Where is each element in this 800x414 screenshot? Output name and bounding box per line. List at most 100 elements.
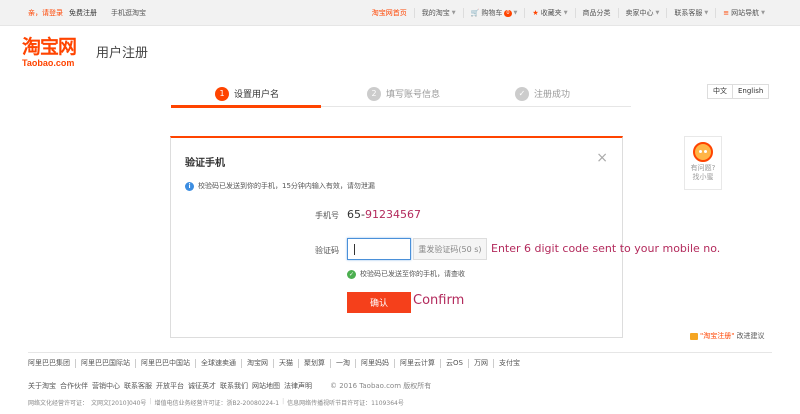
- step-number: 1: [215, 86, 229, 101]
- feedback-link[interactable]: "淘宝注册" 改进建议: [690, 331, 764, 341]
- register-link[interactable]: 免费注册: [69, 8, 97, 18]
- page-title: 用户注册: [96, 46, 149, 61]
- help-assistant[interactable]: 有问题? 找小蜜: [684, 136, 722, 190]
- footer-site-link[interactable]: 开放平台: [156, 381, 184, 391]
- help-line-2: 找小蜜: [692, 173, 714, 181]
- chevron-down-icon: ▼: [451, 10, 456, 16]
- taobao-logo[interactable]: 淘宝网 Taobao.com: [22, 36, 92, 69]
- phone-number: 65-91234567: [347, 208, 421, 221]
- phone-digits: 91234567: [364, 208, 421, 221]
- my-taobao-label: 我的淘宝: [421, 9, 450, 17]
- active-step-underline: [171, 105, 321, 108]
- footer-site-link[interactable]: 网站地图: [252, 381, 280, 391]
- license-value[interactable]: 文网文[2010]040号: [91, 398, 146, 407]
- logo-text-cn: 淘宝网: [22, 36, 77, 58]
- code-label: 验证码: [315, 246, 339, 255]
- site-nav-link[interactable]: ≡ 网站导航 ▼: [716, 8, 772, 18]
- chevron-down-icon: ▼: [655, 10, 660, 16]
- code-sent-info-text: 校验码已发送到你的手机，15分钟内输入有效，请勿泄漏: [198, 182, 375, 190]
- footer-site-links: 关于淘宝 合作伙伴 营销中心 联系客服 开放平台 诚征英才 联系我们 网站地图 …: [28, 381, 431, 391]
- footer-link[interactable]: 阿里巴巴国际站: [76, 359, 136, 368]
- text-cursor: [354, 244, 355, 255]
- assistant-avatar-icon: [693, 142, 713, 162]
- chevron-down-icon: ▼: [704, 10, 709, 16]
- phone-prefix: 65-: [347, 208, 365, 221]
- seller-center-label: 卖家中心: [625, 9, 654, 17]
- lang-zh[interactable]: 中文: [708, 85, 732, 98]
- close-icon[interactable]: ×: [596, 150, 608, 166]
- dialog-title: 验证手机: [185, 158, 225, 169]
- mobile-taobao-link[interactable]: 手机逛淘宝: [111, 8, 146, 18]
- registration-steps: 1 设置用户名 2 填写账号信息 ✓ 注册成功: [171, 80, 631, 108]
- top-bar-right: 淘宝网首页 我的淘宝 ▼ 🛒 购物车 0 ▼ ★ 收藏夹 ▼ 商品分类 卖家中心 ▼ 联系客服…: [365, 0, 772, 26]
- favorites-label: 收藏夹: [540, 9, 562, 17]
- footer-link[interactable]: 全球速卖通: [196, 359, 242, 368]
- footer-site-link[interactable]: 联系客服: [124, 381, 152, 391]
- categories-link[interactable]: 商品分类: [576, 8, 619, 18]
- home-link[interactable]: 淘宝网首页: [365, 8, 415, 18]
- feedback-text: 改进建议: [736, 332, 765, 340]
- resend-code-button[interactable]: 重发验证码(50 s): [413, 238, 487, 260]
- step-label: 设置用户名: [234, 90, 280, 100]
- cart-label: 购物车: [481, 9, 503, 17]
- copyright: © 2016 Taobao.com 版权所有: [330, 382, 432, 390]
- phone-label: 手机号: [315, 211, 339, 220]
- footer-link[interactable]: 万网: [469, 359, 494, 368]
- menu-icon: ≡: [723, 9, 730, 17]
- language-switcher: 中文 English: [707, 84, 770, 99]
- check-icon: ✓: [515, 86, 529, 101]
- footer-group-links: 阿里巴巴集团 阿里巴巴国际站 阿里巴巴中国站 全球速卖通 淘宝网 天猫 聚划算 …: [28, 352, 772, 368]
- service-label: 联系客服: [674, 9, 703, 17]
- cart-icon: 🛒: [470, 9, 480, 17]
- footer-link[interactable]: 一淘: [331, 359, 356, 368]
- login-link[interactable]: 亲，请登录: [28, 8, 63, 18]
- verification-code-input[interactable]: [347, 238, 411, 260]
- footer-link[interactable]: 阿里云计算: [395, 359, 441, 368]
- footer-site-link[interactable]: 诚征英才: [188, 381, 216, 391]
- feedback-icon: [690, 332, 698, 340]
- lang-en[interactable]: English: [733, 85, 768, 98]
- footer-site-link[interactable]: 关于淘宝: [28, 381, 56, 391]
- divider: |: [282, 398, 285, 405]
- footer-link[interactable]: 云OS: [441, 359, 469, 368]
- code-sent-info: i 校验码已发送到你的手机，15分钟内输入有效，请勿泄漏: [185, 181, 375, 191]
- code-sent-confirmation: ✓ 校验码已发送至你的手机，请查收: [347, 269, 465, 279]
- divider: |: [149, 398, 152, 405]
- footer-link[interactable]: 阿里妈妈: [356, 359, 395, 368]
- help-line-1: 有问题?: [690, 164, 716, 172]
- code-sent-confirmation-text: 校验码已发送至你的手机，请查收: [360, 270, 465, 278]
- code-annotation: Enter 6 digit code sent to your mobile n…: [491, 242, 721, 255]
- footer-site-link[interactable]: 合作伙伴: [60, 381, 88, 391]
- my-taobao-link[interactable]: 我的淘宝 ▼: [415, 8, 464, 18]
- license-telecom[interactable]: 增值电信业务经营许可证：浙B2-20080224-1: [154, 398, 279, 407]
- footer-link[interactable]: 支付宝: [494, 359, 525, 368]
- license-av[interactable]: 信息网络传播视听节目许可证：1109364号: [287, 398, 404, 407]
- footer-licenses: 网络文化经营许可证： 文网文[2010]040号 | 增值电信业务经营许可证：浙…: [28, 398, 404, 407]
- confirm-button[interactable]: 确认: [347, 292, 411, 313]
- star-icon: ★: [532, 9, 539, 17]
- step-3: ✓ 注册成功: [515, 80, 570, 107]
- step-label: 注册成功: [534, 90, 571, 100]
- chevron-down-icon: ▼: [761, 10, 765, 16]
- footer-link[interactable]: 阿里巴巴中国站: [136, 359, 196, 368]
- cart-link[interactable]: 🛒 购物车 0 ▼: [464, 8, 526, 18]
- favorites-link[interactable]: ★ 收藏夹 ▼: [525, 8, 576, 18]
- footer-site-link[interactable]: 营销中心: [92, 381, 120, 391]
- step-2: 2 填写账号信息: [367, 80, 440, 107]
- service-link[interactable]: 联系客服 ▼: [667, 8, 717, 18]
- footer-link[interactable]: 天猫: [274, 359, 299, 368]
- chevron-down-icon: ▼: [563, 10, 568, 16]
- seller-center-link[interactable]: 卖家中心 ▼: [619, 8, 668, 18]
- footer-site-link[interactable]: 联系我们: [220, 381, 248, 391]
- info-icon: i: [185, 181, 194, 191]
- confirm-annotation: Confirm: [413, 293, 465, 308]
- step-number: 2: [367, 86, 381, 101]
- top-bar-left: 亲，请登录 免费注册 手机逛淘宝: [28, 0, 146, 26]
- footer-link[interactable]: 阿里巴巴集团: [28, 359, 76, 368]
- footer-link[interactable]: 聚划算: [299, 359, 331, 368]
- footer-site-link[interactable]: 法律声明: [284, 381, 312, 391]
- footer-link[interactable]: 淘宝网: [242, 359, 274, 368]
- cart-count-badge: 0: [504, 9, 512, 17]
- license-label: 网络文化经营许可证：: [28, 400, 89, 407]
- site-nav-label: 网站导航: [731, 9, 760, 17]
